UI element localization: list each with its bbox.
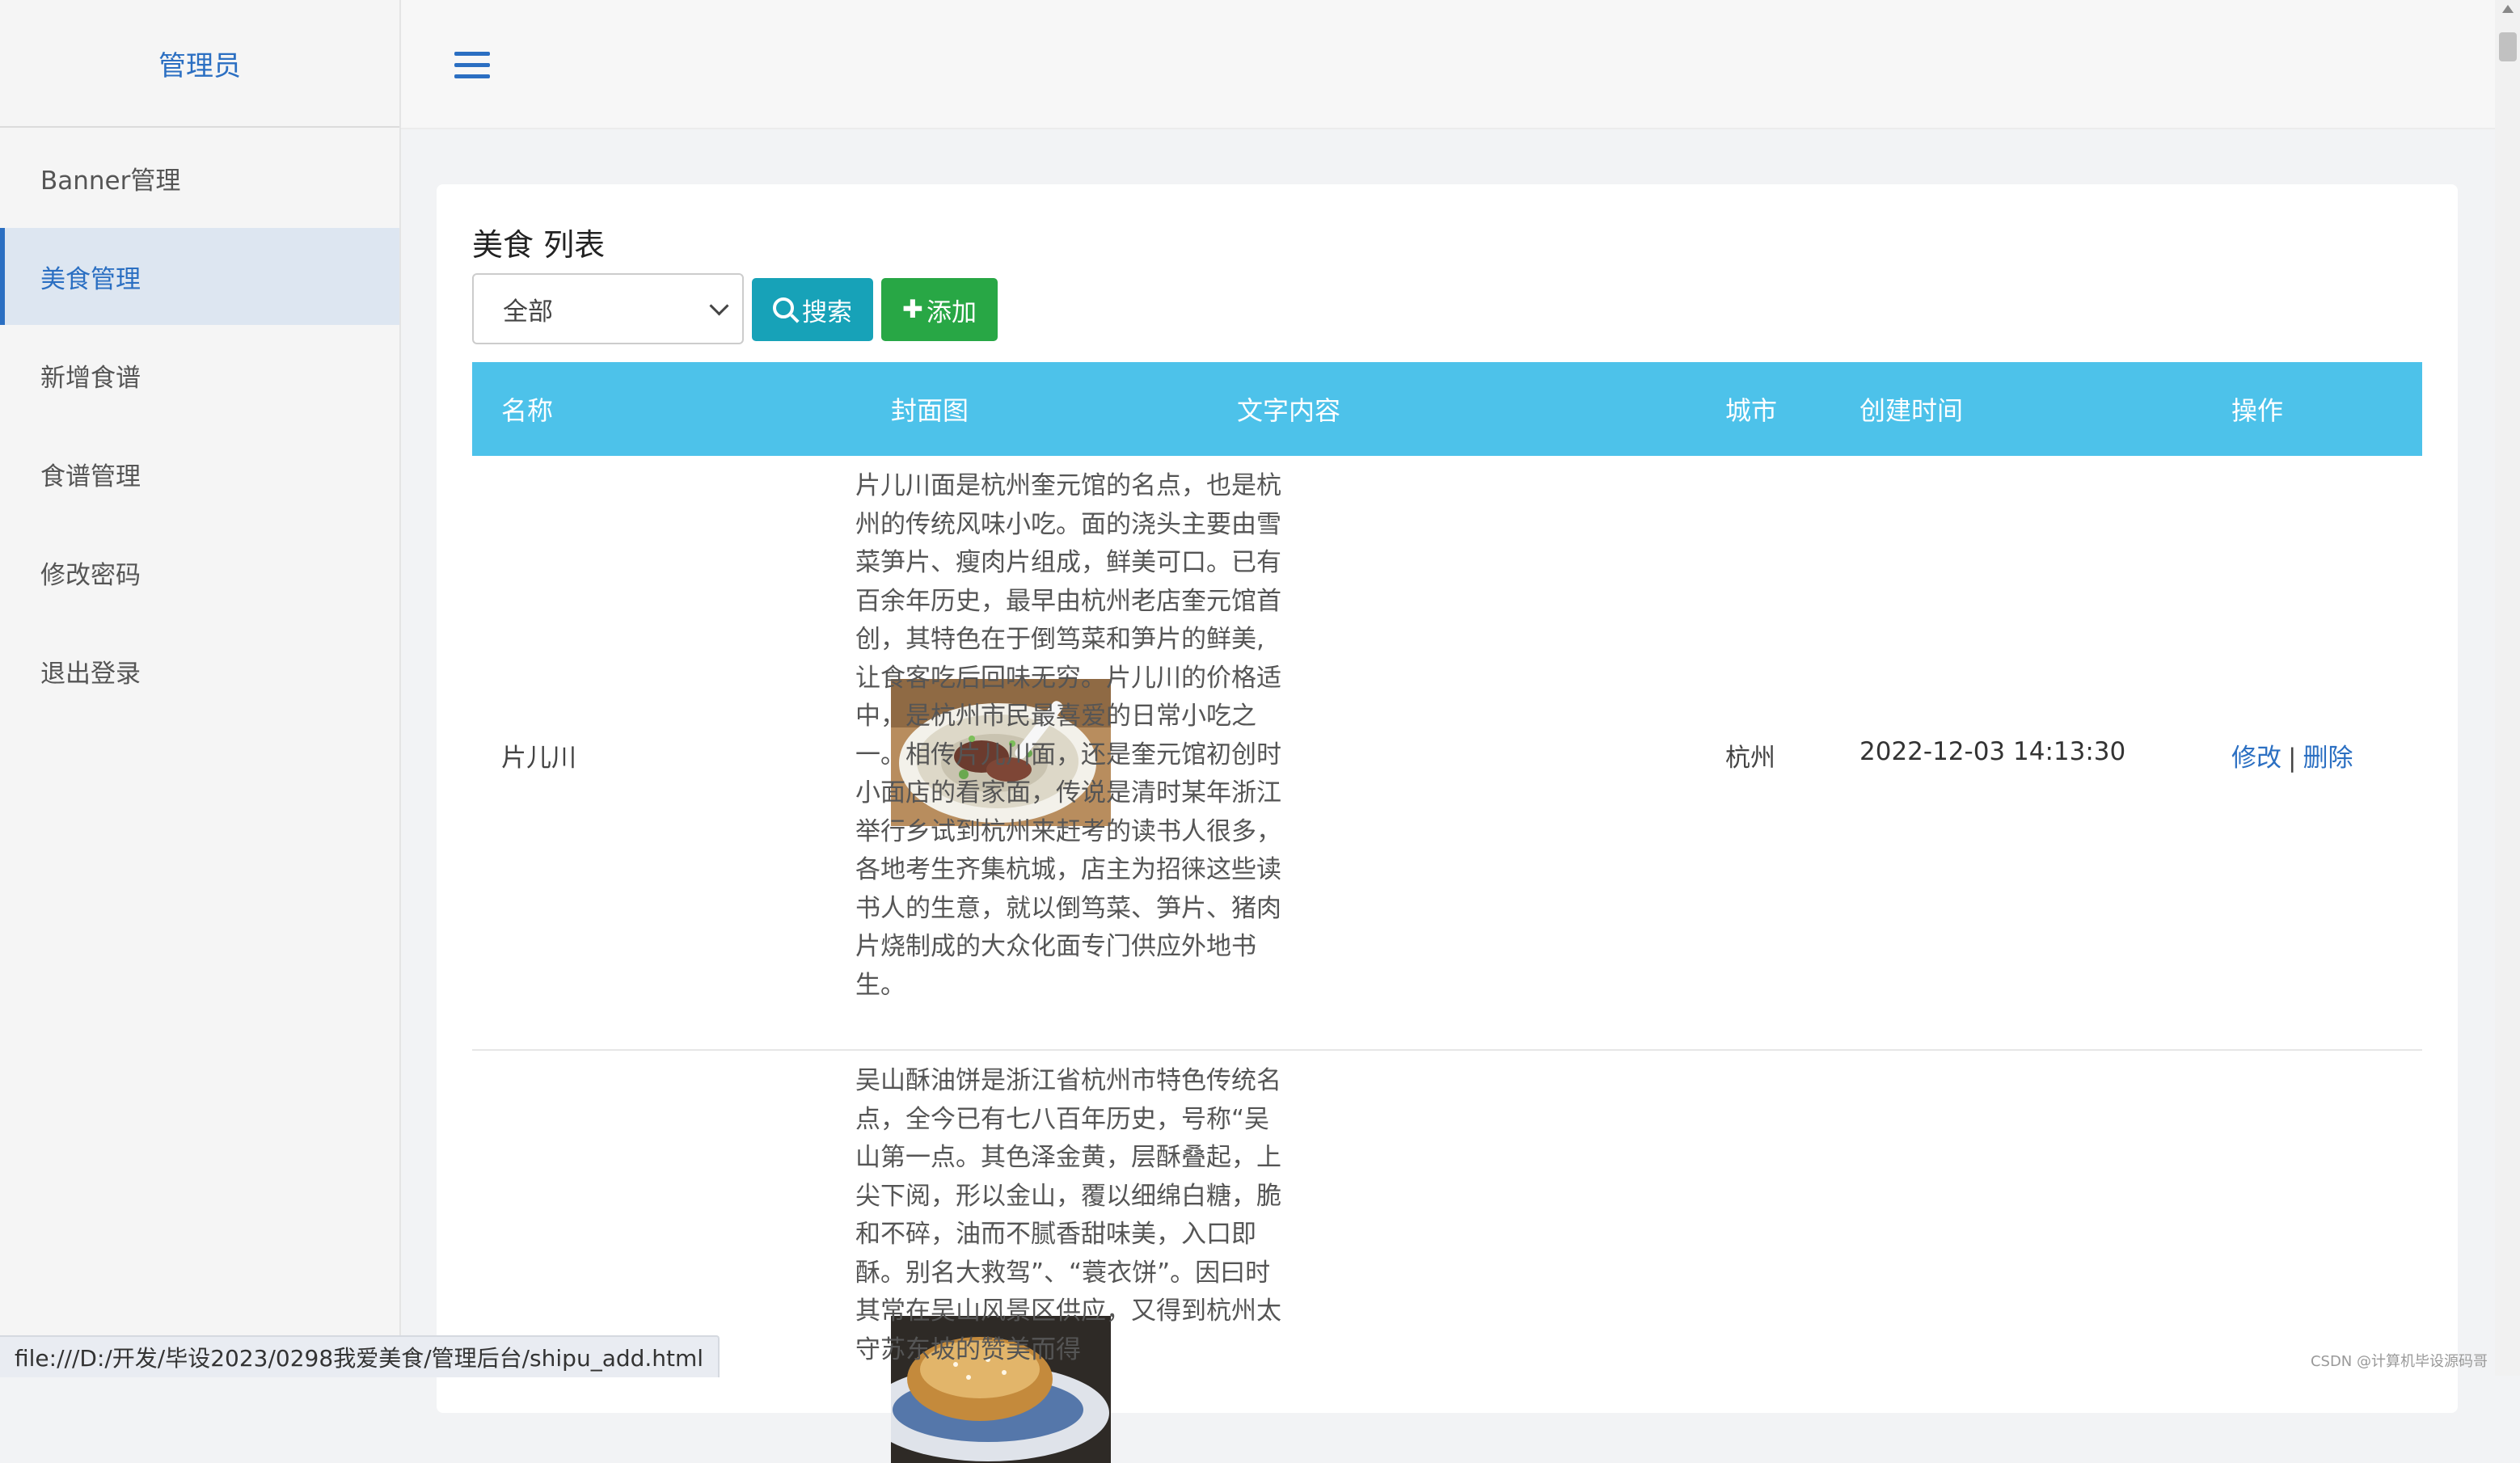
table-header: 名称 封面图 文字内容 城市 创建时间 操作 (472, 362, 2422, 456)
search-button[interactable]: 搜索 (752, 278, 873, 341)
page-scrollbar[interactable] (2495, 0, 2520, 1376)
page-title: 美食 列表 (472, 227, 606, 263)
created-time: 2022-12-03 14:13:30 (1859, 737, 2126, 766)
search-button-label: 搜索 (802, 297, 852, 327)
food-name: 片儿川 (501, 744, 576, 773)
watermark: CSDN @计算机毕设源码哥 (2310, 1353, 2488, 1370)
sidebar-title: 管理员 (0, 0, 399, 128)
row-actions: 修改 | 删除 (2231, 737, 2353, 774)
add-button-label: 添加 (926, 297, 977, 327)
sidebar: 管理员 Banner管理 美食管理 新增食谱 食谱管理 修改密码 退出登录 (0, 0, 401, 1376)
scroll-up-arrow-icon[interactable] (2502, 5, 2514, 13)
food-city: 杭州 (1725, 744, 1775, 773)
scroll-thumb[interactable] (2499, 32, 2517, 61)
column-header-name: 名称 (501, 395, 554, 426)
sidebar-item-banner[interactable]: Banner管理 (0, 129, 399, 226)
top-header (401, 0, 2495, 129)
search-icon (773, 297, 794, 318)
sidebar-item-recipe-manage[interactable]: 食谱管理 (0, 425, 399, 522)
browser-status-url: file:///D:/开发/毕设2023/0298我爱美食/管理后台/shipu… (0, 1335, 720, 1377)
column-header-city: 城市 (1725, 395, 1778, 426)
food-list-card: 美食 列表 全部 搜索 ✚ 添加 名称 封面图 文字内容 城市 创建时间 操作 … (437, 184, 2458, 1463)
food-description: 吴山酥油饼是浙江省杭州市特色传统名点，全今已有七八百年历史，号称“吴山第一点。其… (855, 1066, 1281, 1364)
chevron-down-icon (709, 296, 729, 316)
column-header-created: 创建时间 (1859, 395, 1964, 426)
sidebar-item-food[interactable]: 美食管理 (0, 228, 399, 325)
table-row: 片儿川 片儿川面是杭州奎元馆的名点，也是杭州的传统风味小吃。面的浇头主要由雪菜笋… (472, 456, 2422, 1051)
action-separator: | (2288, 744, 2297, 773)
edit-link[interactable]: 修改 (2231, 744, 2282, 773)
city-filter-select[interactable]: 全部 (472, 273, 744, 344)
hamburger-icon[interactable] (454, 52, 490, 78)
table-row: 吴山酥油饼是浙江省杭州市特色传统名点，全今已有七八百年历史，号称“吴山第一点。其… (472, 1051, 2422, 1463)
sidebar-item-logout[interactable]: 退出登录 (0, 622, 399, 719)
food-description: 片儿川面是杭州奎元馆的名点，也是杭州的传统风味小吃。面的浇头主要由雪菜笋片、瘦肉… (855, 471, 1281, 1000)
sidebar-item-change-password[interactable]: 修改密码 (0, 524, 399, 621)
column-header-actions: 操作 (2231, 395, 2284, 426)
add-button[interactable]: ✚ 添加 (881, 278, 998, 341)
sidebar-item-add-recipe[interactable]: 新增食谱 (0, 327, 399, 424)
column-header-content: 文字内容 (1237, 395, 1341, 426)
plus-icon: ✚ (902, 295, 923, 324)
column-header-cover: 封面图 (891, 395, 969, 426)
city-filter-value: 全部 (503, 297, 553, 327)
delete-link[interactable]: 删除 (2303, 744, 2353, 773)
